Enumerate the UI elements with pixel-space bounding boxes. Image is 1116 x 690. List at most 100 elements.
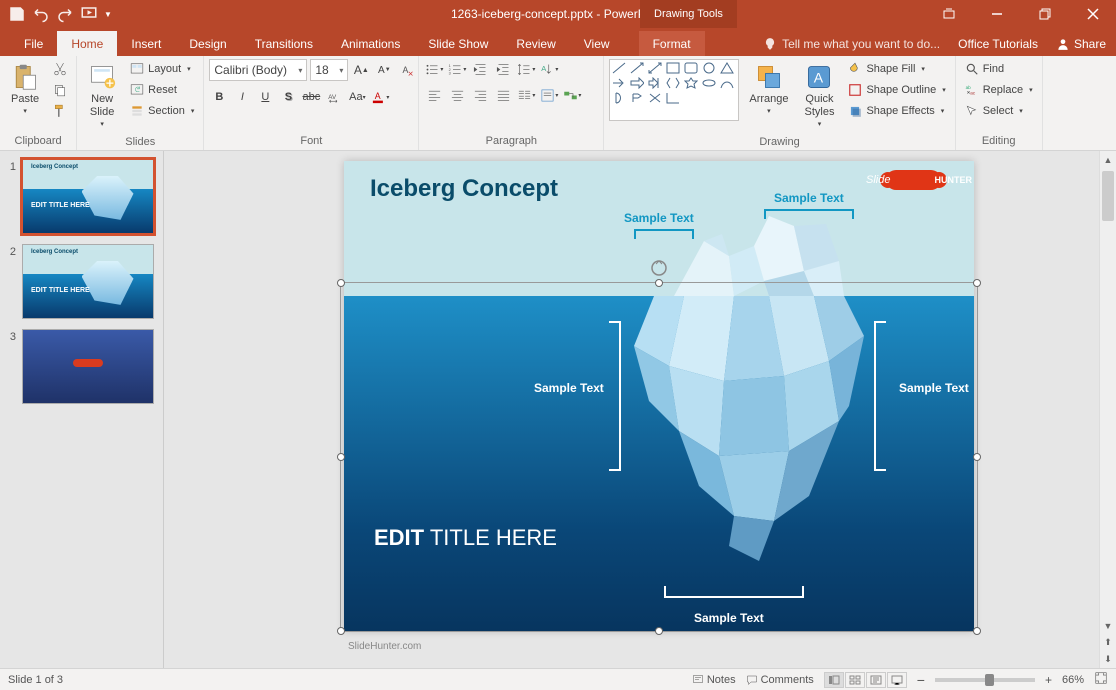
- tab-transitions[interactable]: Transitions: [241, 31, 327, 56]
- char-spacing-button[interactable]: AV: [324, 87, 344, 107]
- group-drawing: Arrange▾ A Quick Styles▾ Shape Fill▾ Sha…: [604, 56, 955, 150]
- zoom-level[interactable]: 66%: [1062, 674, 1084, 686]
- line-spacing-button[interactable]: ▾: [516, 59, 536, 79]
- quick-styles-button[interactable]: A Quick Styles▾: [799, 59, 841, 134]
- tab-review[interactable]: Review: [502, 31, 569, 56]
- align-center-button[interactable]: [447, 85, 467, 105]
- normal-view-button[interactable]: [824, 672, 844, 688]
- font-name-combo[interactable]: Calibri (Body)▾: [209, 59, 307, 81]
- minimize-button[interactable]: [974, 0, 1020, 28]
- font-color-button[interactable]: A▾: [370, 87, 390, 107]
- change-case-button[interactable]: Aa▾: [347, 87, 367, 107]
- resize-handle[interactable]: [337, 279, 345, 287]
- tab-home[interactable]: Home: [57, 31, 117, 56]
- format-painter-button[interactable]: [49, 101, 71, 121]
- scrollbar-thumb[interactable]: [1102, 171, 1114, 221]
- font-size-combo[interactable]: 18▾: [310, 59, 348, 81]
- restore-button[interactable]: [1022, 0, 1068, 28]
- start-slideshow-icon[interactable]: [80, 5, 98, 23]
- close-button[interactable]: [1070, 0, 1116, 28]
- slide-counter[interactable]: Slide 1 of 3: [8, 674, 63, 686]
- bold-button[interactable]: B: [209, 87, 229, 107]
- vertical-scrollbar[interactable]: ▲ ▼ ⬆ ⬇: [1099, 151, 1116, 668]
- select-button[interactable]: Select▾: [961, 101, 1037, 121]
- resize-handle[interactable]: [337, 453, 345, 461]
- tab-slideshow[interactable]: Slide Show: [414, 31, 502, 56]
- slide-canvas[interactable]: Iceberg Concept Slide HUNTER: [164, 151, 1116, 668]
- zoom-slider[interactable]: [935, 678, 1035, 682]
- increase-font-icon[interactable]: A▲: [351, 60, 371, 80]
- shapes-gallery[interactable]: [609, 59, 739, 121]
- shape-fill-button[interactable]: Shape Fill▾: [844, 59, 949, 79]
- shadow-button[interactable]: S: [278, 87, 298, 107]
- numbering-button[interactable]: 123▾: [447, 59, 467, 79]
- bullets-button[interactable]: ▾: [424, 59, 444, 79]
- slide-thumbnail-3[interactable]: [22, 329, 154, 404]
- sorter-view-button[interactable]: [845, 672, 865, 688]
- tab-insert[interactable]: Insert: [117, 31, 175, 56]
- justify-button[interactable]: [493, 85, 513, 105]
- reading-view-button[interactable]: [866, 672, 886, 688]
- replace-button[interactable]: abacReplace▾: [961, 80, 1037, 100]
- tell-me-search[interactable]: Tell me what you want to do...: [763, 37, 940, 51]
- fit-to-window-button[interactable]: [1094, 671, 1108, 688]
- resize-handle[interactable]: [973, 627, 981, 635]
- decrease-indent-button[interactable]: [470, 59, 490, 79]
- office-tutorials-link[interactable]: Office Tutorials: [958, 37, 1038, 51]
- scroll-down-icon: ▼: [1100, 617, 1116, 634]
- group-font: Calibri (Body)▾ 18▾ A▲ A▼ A B I U S abc …: [204, 56, 419, 150]
- smartart-button[interactable]: ▾: [562, 85, 582, 105]
- tab-view[interactable]: View: [570, 31, 624, 56]
- resize-handle[interactable]: [337, 627, 345, 635]
- selection-box[interactable]: [340, 282, 978, 632]
- shape-outline-button[interactable]: Shape Outline▾: [844, 80, 949, 100]
- reset-button[interactable]: Reset: [126, 80, 198, 100]
- zoom-in-button[interactable]: +: [1045, 673, 1052, 687]
- slide-thumbnail-2[interactable]: Iceberg ConceptEDIT TITLE HERE: [22, 244, 154, 319]
- slide-thumbnail-1[interactable]: Iceberg ConceptEDIT TITLE HERE: [22, 159, 154, 234]
- resize-handle[interactable]: [655, 279, 663, 287]
- slidehunter-logo: Slide HUNTER: [866, 169, 966, 191]
- resize-handle[interactable]: [655, 627, 663, 635]
- redo-icon[interactable]: [56, 5, 74, 23]
- ribbon-display-icon[interactable]: [926, 0, 972, 28]
- arrange-button[interactable]: Arrange▾: [743, 59, 794, 121]
- cut-button[interactable]: [49, 59, 71, 79]
- increase-indent-button[interactable]: [493, 59, 513, 79]
- underline-button[interactable]: U: [255, 87, 275, 107]
- paste-button[interactable]: Paste▾: [5, 59, 45, 121]
- zoom-out-button[interactable]: −: [917, 672, 925, 688]
- strikethrough-button[interactable]: abc: [301, 87, 321, 107]
- new-slide-button[interactable]: New Slide▾: [82, 59, 122, 134]
- resize-handle[interactable]: [973, 279, 981, 287]
- qat-dropdown-icon[interactable]: ▼: [104, 10, 112, 19]
- align-left-button[interactable]: [424, 85, 444, 105]
- notes-button[interactable]: Notes: [692, 674, 736, 686]
- copy-button[interactable]: [49, 80, 71, 100]
- rotation-handle-icon[interactable]: [650, 259, 668, 277]
- undo-icon[interactable]: [32, 5, 50, 23]
- share-button[interactable]: Share: [1056, 37, 1106, 51]
- slide-title[interactable]: Iceberg Concept: [370, 175, 558, 203]
- shape-effects-button[interactable]: Shape Effects▾: [844, 101, 949, 121]
- tab-file[interactable]: File: [10, 31, 57, 56]
- text-direction-button[interactable]: A▾: [539, 59, 559, 79]
- tab-design[interactable]: Design: [175, 31, 240, 56]
- align-right-button[interactable]: [470, 85, 490, 105]
- align-text-button[interactable]: ▾: [539, 85, 559, 105]
- tab-format[interactable]: Format: [639, 31, 705, 56]
- decrease-font-icon[interactable]: A▼: [374, 60, 394, 80]
- label-top-left[interactable]: Sample Text: [624, 211, 694, 225]
- slideshow-view-button[interactable]: [887, 672, 907, 688]
- clear-formatting-icon[interactable]: A: [397, 60, 417, 80]
- columns-button[interactable]: ▾: [516, 85, 536, 105]
- save-icon[interactable]: [8, 5, 26, 23]
- find-button[interactable]: Find: [961, 59, 1037, 79]
- comments-button[interactable]: Comments: [746, 674, 814, 686]
- section-button[interactable]: Section▾: [126, 101, 198, 121]
- layout-button[interactable]: Layout▾: [126, 59, 198, 79]
- resize-handle[interactable]: [973, 453, 981, 461]
- italic-button[interactable]: I: [232, 87, 252, 107]
- label-top-right[interactable]: Sample Text: [774, 191, 844, 205]
- tab-animations[interactable]: Animations: [327, 31, 414, 56]
